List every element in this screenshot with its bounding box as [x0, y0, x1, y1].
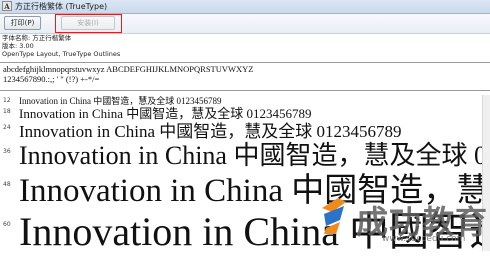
sample-size-label: 60: [3, 221, 11, 228]
font-version-text: 版本: 3.00: [2, 42, 34, 50]
sample-size-label: 48: [3, 181, 11, 188]
divider: [0, 62, 490, 63]
font-type-text: OpenType Layout, TrueType Outlines: [2, 50, 121, 58]
print-button[interactable]: 打印(P): [4, 16, 41, 30]
charset-letters: abcdefghijklmnopqrstuvwxyz ABCDEFGHIJKLM…: [3, 64, 254, 74]
font-file-icon: A: [2, 1, 12, 11]
font-info: 字体名称: 方正行楷繁体 版本: 3.00 OpenType Layout, T…: [2, 34, 120, 58]
toolbar: 打印(P) 安装(I): [0, 14, 490, 34]
font-name-text: 字体名称: 方正行楷繁体: [2, 34, 72, 42]
sample-size-label: 12: [3, 97, 11, 104]
brand-logo-icon: [322, 198, 346, 234]
sample-size-label: 24: [3, 124, 11, 131]
character-set: abcdefghijklmnopqrstuvwxyz ABCDEFGHIJKLM…: [3, 64, 254, 84]
sample-size-label: 18: [3, 108, 11, 115]
sample-size-label: 36: [3, 148, 11, 155]
watermark-url: www.succedu.com: [382, 234, 466, 244]
window-title: 方正行楷繁体 (TrueType): [15, 2, 108, 11]
charset-digits: 1234567890.:,; ' " (!?) +-*/=: [3, 74, 100, 84]
install-button[interactable]: 安装(I): [61, 16, 115, 30]
title-bar: A 方正行楷繁体 (TrueType): [0, 0, 490, 14]
divider: [0, 90, 490, 91]
